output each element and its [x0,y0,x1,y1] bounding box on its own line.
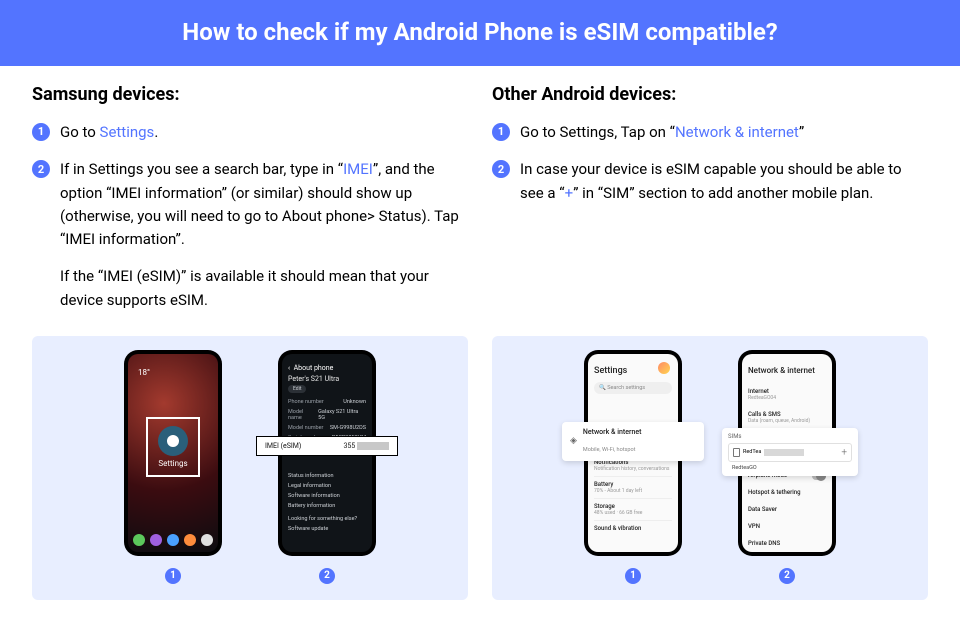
samsung-shot-1: 18° Settings 1 [124,350,222,584]
screenshot-gallery: 18° Settings 1 ‹ About phone Peter's S21… [0,326,960,600]
callout-sub: Mobile, Wi-Fi, hotspot [583,447,635,453]
edit-button: Edit [288,385,306,393]
sim-secondary: RedteaGO [732,465,852,471]
network-internet-callout: ◈ Network & internet Mobile, Wi-Fi, hotsp… [562,422,704,461]
samsung-step-2: 2 If in Settings you see a search bar, t… [32,158,468,312]
other-heading: Other Android devices: [492,84,928,105]
other-shot-1: Settings 🔍 Search settings AppsAssistant… [584,350,682,584]
samsung-shot-2: ‹ About phone Peter's S21 Ultra Edit Pho… [278,350,376,584]
imei-esim-label: IMEI (eSIM) [265,442,301,450]
step-number-icon: 2 [492,160,510,178]
sim-icon [733,448,740,457]
samsung-column: Samsung devices: 1 Go to Settings. 2 If … [32,84,468,326]
plus-link[interactable]: + [565,184,574,202]
settings-app-highlight: Settings [146,417,200,477]
step-number-icon: 2 [32,160,50,178]
imei-value-prefix: 355 [343,442,355,450]
masked-value [357,442,389,450]
app-dock [128,534,218,546]
text: Go to Settings, Tap on “ [520,123,675,141]
sims-callout: SIMs RedTea + RedteaGO [722,428,858,476]
plus-icon: + [841,447,847,458]
step-number-icon: 1 [32,123,50,141]
device-name: Peter's S21 Ultra [288,375,366,383]
text: ” in “SIM” section to add another mobile… [573,184,873,202]
settings-link[interactable]: Settings [100,123,155,141]
caption-badge: 1 [625,568,641,584]
samsung-step-2-extra: If the “IMEI (eSIM)” is available it sho… [60,265,468,312]
network-internet-title: Network & internet [748,366,826,375]
text: . [154,123,158,141]
other-panel: Settings 🔍 Search settings AppsAssistant… [492,336,928,600]
masked-value [764,449,804,456]
weather-widget: 18° [138,368,150,377]
callout-title: Network & internet [583,428,642,436]
samsung-panel: 18° Settings 1 ‹ About phone Peter's S21… [32,336,468,600]
about-phone-header: About phone [294,364,334,372]
other-shot-2: Network & internet InternetRedteaGO04 Ca… [738,350,836,584]
caption-badge: 2 [779,568,795,584]
caption-badge: 2 [319,568,335,584]
profile-blob-icon [658,362,670,374]
other-step-1: 1 Go to Settings, Tap on “Network & inte… [492,121,928,144]
caption-badge: 1 [165,568,181,584]
imei-link[interactable]: IMEI [343,160,373,178]
page-title-banner: How to check if my Android Phone is eSIM… [0,0,960,66]
other-step-2: 2 In case your device is eSIM capable yo… [492,158,928,205]
network-internet-link[interactable]: Network & internet [675,123,799,141]
samsung-heading: Samsung devices: [32,84,468,105]
sims-label: SIMs [728,433,852,440]
step-number-icon: 1 [492,123,510,141]
back-icon: ‹ [288,364,290,372]
imei-esim-callout: IMEI (eSIM) 355 [256,436,398,456]
text: If in Settings you see a search bar, typ… [60,160,343,178]
wifi-icon: ◈ [570,436,577,446]
gear-icon [158,426,188,456]
instruction-columns: Samsung devices: 1 Go to Settings. 2 If … [0,66,960,326]
search-settings: 🔍 Search settings [594,382,672,394]
settings-app-label: Settings [158,459,187,468]
text: ” [799,123,804,141]
text: Go to [60,123,100,141]
other-column: Other Android devices: 1 Go to Settings,… [492,84,928,326]
sim-name: RedTea [743,449,761,455]
samsung-step-1: 1 Go to Settings. [32,121,468,144]
